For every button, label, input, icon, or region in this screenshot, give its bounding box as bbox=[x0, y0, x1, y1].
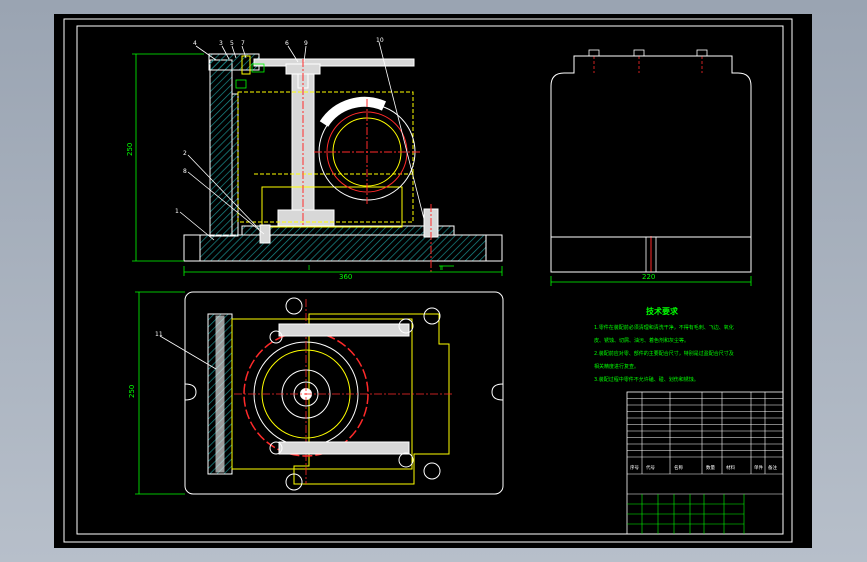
dim-front-small: Ⅱ bbox=[440, 265, 443, 272]
tb-head-code: 代号 bbox=[646, 464, 655, 471]
dim-side-width: 220 bbox=[642, 273, 655, 281]
balloon-label: 7 bbox=[241, 40, 245, 47]
balloon-label: 11 bbox=[155, 331, 163, 338]
tb-head-name: 名称 bbox=[674, 464, 683, 471]
balloon-label: 1 bbox=[175, 208, 179, 215]
balloon-label: 10 bbox=[376, 37, 384, 44]
cad-viewport[interactable]: 4 3 5 7 6 9 10 2 8 1 360 250 Ⅰ Ⅱ 220 11 … bbox=[54, 14, 812, 548]
bolt-hole bbox=[423, 307, 441, 325]
note-line: 2.装配前应对零、部件的主要配合尺寸，特别是过盈配合尺寸及 bbox=[594, 350, 734, 357]
dim-front-note: Ⅰ bbox=[308, 264, 310, 272]
base-plate bbox=[183, 234, 503, 262]
bolt-hole bbox=[423, 462, 441, 480]
note-line: 1.零件在装配前必须清理和清洗干净，不得有毛刺、飞边、氧化 bbox=[594, 324, 734, 331]
bolt-hole bbox=[398, 452, 414, 468]
tb-head-remark: 备注 bbox=[768, 464, 777, 471]
balloon-label: 3 bbox=[219, 40, 223, 47]
tb-head-qty: 数量 bbox=[706, 464, 715, 471]
notes-title: 技术要求 bbox=[646, 306, 679, 316]
top-base-outline bbox=[184, 291, 504, 495]
column bbox=[209, 59, 233, 237]
top-bar bbox=[253, 58, 415, 67]
balloon-label: 4 bbox=[193, 40, 197, 47]
tb-head-mass: 单件 bbox=[754, 464, 763, 471]
dim-front-width: 360 bbox=[339, 273, 352, 281]
balloon-label: 6 bbox=[285, 40, 289, 47]
workpiece-hidden bbox=[237, 91, 414, 223]
dim-top-height: 250 bbox=[128, 385, 136, 398]
inner-border bbox=[76, 25, 784, 535]
note-line: 皮、锈蚀、切屑、油污、着色剂和灰尘等。 bbox=[594, 337, 689, 344]
dim-front-height: 250 bbox=[126, 143, 134, 156]
balloon-label: 2 bbox=[183, 150, 187, 157]
title-block bbox=[626, 391, 784, 535]
balloon-label: 9 bbox=[304, 40, 308, 47]
fixture-assembly-drawing: 4 3 5 7 6 9 10 2 8 1 360 250 Ⅰ Ⅱ 220 11 … bbox=[63, 18, 793, 543]
tb-head-seq: 序号 bbox=[630, 464, 639, 471]
side-view bbox=[550, 49, 752, 286]
front-view bbox=[183, 53, 503, 272]
bolt-hole bbox=[285, 297, 303, 315]
balloon-label: 8 bbox=[183, 168, 187, 175]
tb-head-mat: 材料 bbox=[726, 464, 735, 471]
top-view bbox=[135, 291, 504, 495]
note-line: 相关精度进行复查。 bbox=[594, 363, 639, 370]
note-line: 3.装配过程中零件不允许磕、碰、划伤和锈蚀。 bbox=[594, 376, 699, 383]
balloon-label: 5 bbox=[230, 40, 234, 47]
